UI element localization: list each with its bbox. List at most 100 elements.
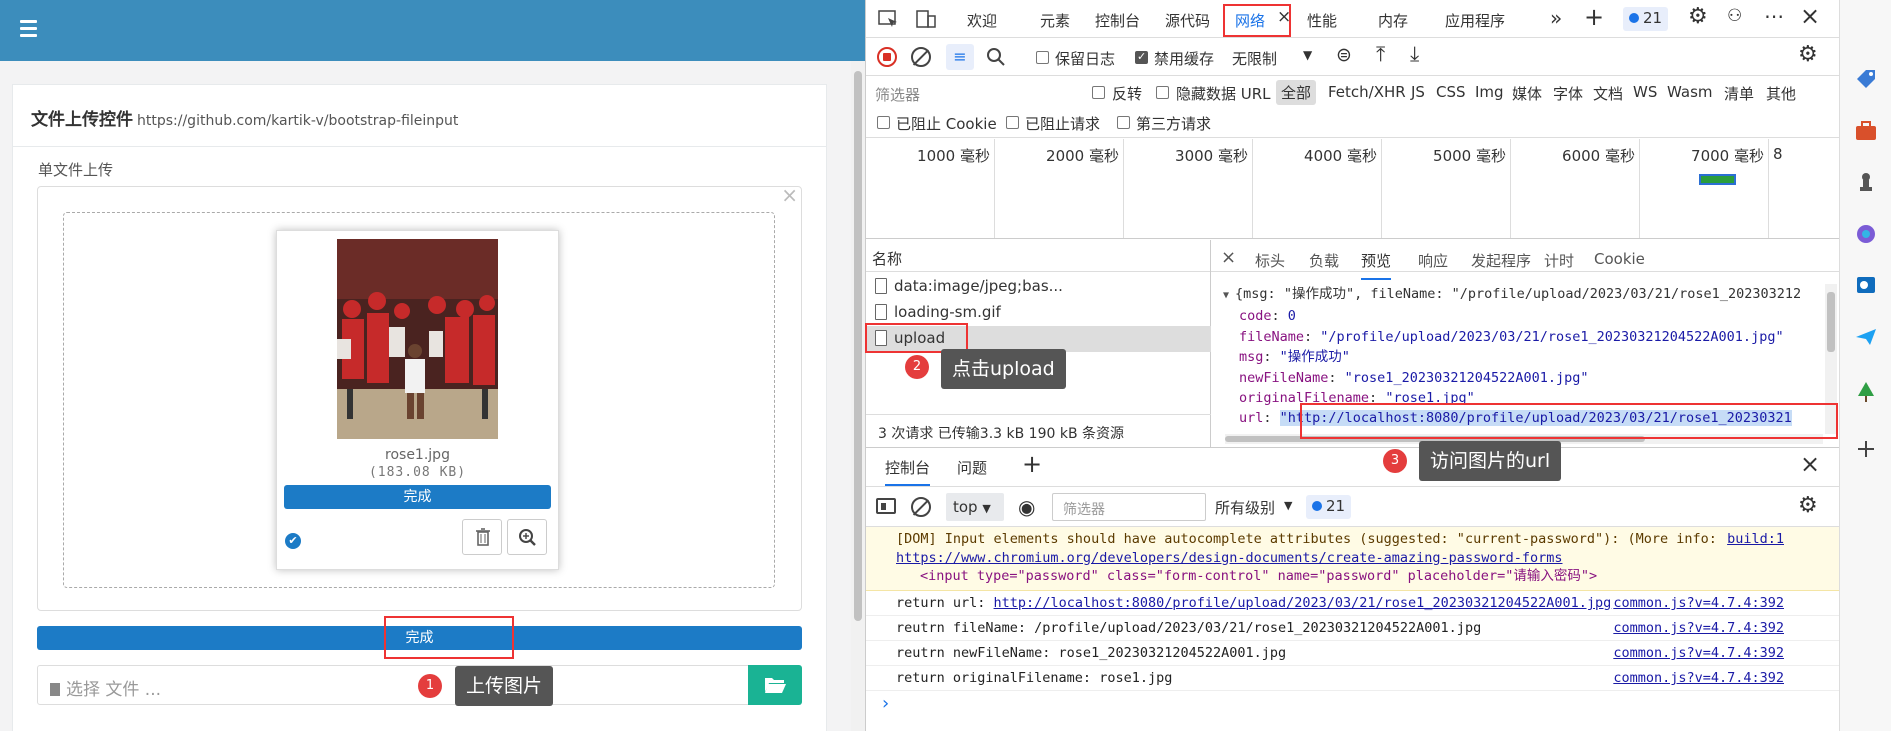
close-details-icon[interactable]: × bbox=[1221, 247, 1236, 268]
file-caption-input[interactable]: 选择 文件 ... bbox=[37, 665, 749, 705]
disable-cache-checkbox[interactable] bbox=[1135, 50, 1148, 64]
request-row[interactable]: data:image/jpeg;bas... bbox=[866, 274, 1211, 300]
network-conditions-icon[interactable]: ⊜ bbox=[1336, 44, 1352, 66]
tab-memory[interactable]: 内存 bbox=[1378, 10, 1408, 31]
log-levels-select[interactable]: 所有级别 bbox=[1215, 497, 1275, 518]
chess-icon[interactable] bbox=[1854, 170, 1878, 194]
tab-elements[interactable]: 元素 bbox=[1040, 10, 1070, 31]
filter-type-img[interactable]: Img bbox=[1475, 83, 1504, 101]
preserve-log-label: 保留日志 bbox=[1055, 50, 1116, 68]
log-source-link[interactable]: common.js?v=4.7.4:392 bbox=[1613, 620, 1784, 636]
settings-gear-icon[interactable]: ⚙ bbox=[1688, 4, 1708, 29]
sidebar-toggle-icon[interactable] bbox=[876, 498, 896, 514]
details-tab-initiator[interactable]: 发起程序 bbox=[1471, 250, 1531, 271]
upload-har-icon[interactable]: ⤒ bbox=[1376, 42, 1385, 67]
search-icon[interactable] bbox=[986, 47, 1006, 67]
drawer-tab-issues[interactable]: 问题 bbox=[957, 457, 987, 478]
tab-welcome[interactable]: 欢迎 bbox=[967, 10, 997, 31]
network-filter-input[interactable]: 筛选器 bbox=[875, 84, 920, 105]
tag-icon[interactable] bbox=[1854, 67, 1878, 91]
details-tab-cookie[interactable]: Cookie bbox=[1594, 250, 1645, 268]
briefcase-icon[interactable] bbox=[1854, 119, 1878, 143]
details-tab-preview[interactable]: 预览 bbox=[1361, 250, 1392, 280]
console-prompt[interactable]: › bbox=[880, 693, 891, 714]
filter-type-wasm[interactable]: Wasm bbox=[1667, 83, 1713, 101]
record-stop-icon[interactable] bbox=[877, 47, 897, 67]
single-upload-label: 单文件上传 bbox=[38, 161, 114, 179]
more-tabs-icon[interactable]: » bbox=[1550, 6, 1562, 30]
close-drawer-icon[interactable]: × bbox=[1800, 450, 1820, 478]
close-devtools-icon[interactable]: × bbox=[1800, 2, 1820, 30]
log-url-link[interactable]: http://localhost:8080/profile/upload/202… bbox=[994, 595, 1612, 611]
details-tab-payload[interactable]: 负载 bbox=[1309, 250, 1339, 271]
filter-type-manifest[interactable]: 清单 bbox=[1724, 83, 1754, 104]
warning-info-link[interactable]: https://www.chromium.org/developers/desi… bbox=[896, 550, 1562, 566]
blocked-requests-checkbox[interactable] bbox=[1006, 116, 1019, 129]
filter-type-ws[interactable]: WS bbox=[1633, 83, 1657, 101]
filter-type-js[interactable]: JS bbox=[1411, 83, 1425, 101]
drop-zone[interactable]: rose1.jpg (183.08 KB) 完成 ✔ bbox=[63, 212, 775, 588]
invert-checkbox[interactable] bbox=[1092, 86, 1105, 99]
chevron-down-icon[interactable]: ▼ bbox=[1284, 499, 1292, 512]
delete-file-button[interactable] bbox=[462, 519, 502, 555]
tab-sources[interactable]: 源代码 bbox=[1165, 10, 1210, 31]
tab-application[interactable]: 应用程序 bbox=[1445, 10, 1505, 31]
log-source-link[interactable]: common.js?v=4.7.4:392 bbox=[1613, 595, 1784, 611]
filter-type-other[interactable]: 其他 bbox=[1766, 83, 1796, 104]
console-filter-input[interactable]: 筛选器 bbox=[1052, 493, 1206, 521]
tab-performance[interactable]: 性能 bbox=[1307, 10, 1337, 31]
inspect-icon[interactable] bbox=[878, 9, 900, 29]
drawer-tab-console[interactable]: 控制台 bbox=[885, 457, 931, 486]
warning-source-link[interactable]: build:1 bbox=[1727, 530, 1784, 549]
details-tab-response[interactable]: 响应 bbox=[1418, 250, 1448, 271]
live-expression-eye-icon[interactable]: ◉ bbox=[1018, 495, 1035, 519]
blocked-cookie-checkbox[interactable] bbox=[877, 116, 890, 129]
send-icon[interactable] bbox=[1854, 325, 1878, 349]
filter-icon[interactable]: ≡ bbox=[946, 44, 974, 70]
add-drawer-tab-icon[interactable]: + bbox=[1022, 450, 1042, 478]
add-tab-icon[interactable]: + bbox=[1584, 3, 1604, 31]
log-source-link[interactable]: common.js?v=4.7.4:392 bbox=[1613, 670, 1784, 686]
customize-icon[interactable]: ⚇ bbox=[1727, 6, 1742, 26]
warning-text: [DOM] Input elements should have autocom… bbox=[896, 531, 1717, 547]
third-party-checkbox[interactable] bbox=[1117, 116, 1130, 129]
copilot-icon[interactable] bbox=[1854, 222, 1878, 246]
more-options-icon[interactable]: ⋯ bbox=[1764, 4, 1784, 28]
details-tab-headers[interactable]: 标头 bbox=[1255, 250, 1285, 271]
clear-icon[interactable] bbox=[911, 47, 931, 67]
network-settings-gear-icon[interactable]: ⚙ bbox=[1798, 42, 1818, 67]
console-settings-gear-icon[interactable]: ⚙ bbox=[1798, 493, 1818, 518]
details-tab-timing[interactable]: 计时 bbox=[1544, 250, 1574, 271]
preserve-log-checkbox[interactable] bbox=[1036, 51, 1049, 64]
trash-icon bbox=[476, 528, 490, 546]
json-summary[interactable]: ▼ {msg: "操作成功", fileName: "/profile/uplo… bbox=[1223, 284, 1801, 306]
zoom-file-button[interactable] bbox=[507, 519, 547, 555]
page-scrollbar[interactable] bbox=[851, 61, 865, 731]
request-list-header[interactable]: 名称 bbox=[866, 240, 1210, 272]
outlook-icon[interactable] bbox=[1854, 273, 1878, 297]
context-select[interactable]: top ▼ bbox=[946, 493, 1004, 521]
console-issues-badge[interactable]: 21 bbox=[1306, 495, 1352, 519]
tab-console[interactable]: 控制台 bbox=[1095, 10, 1140, 31]
blocked-cookie-label: 已阻止 Cookie bbox=[896, 115, 997, 133]
hide-data-url-checkbox[interactable] bbox=[1156, 86, 1169, 99]
menu-icon[interactable] bbox=[20, 20, 37, 37]
throttle-select[interactable]: 无限制 bbox=[1232, 48, 1277, 69]
clear-console-icon[interactable] bbox=[911, 497, 931, 517]
issues-badge[interactable]: 21 bbox=[1623, 7, 1669, 31]
filter-type-font[interactable]: 字体 bbox=[1553, 83, 1583, 104]
network-overview-timeline[interactable]: 1000 毫秒 2000 毫秒 3000 毫秒 4000 毫秒 5000 毫秒 … bbox=[866, 139, 1840, 239]
tree-icon[interactable] bbox=[1854, 380, 1878, 404]
close-icon[interactable]: × bbox=[781, 183, 798, 207]
log-source-link[interactable]: common.js?v=4.7.4:392 bbox=[1613, 645, 1784, 661]
download-har-icon[interactable]: ⤓ bbox=[1410, 42, 1419, 67]
filter-type-all[interactable]: 全部 bbox=[1276, 80, 1317, 105]
filter-type-media[interactable]: 媒体 bbox=[1512, 83, 1542, 104]
browse-button[interactable] bbox=[748, 665, 802, 705]
chevron-down-icon[interactable]: ▼ bbox=[1303, 48, 1312, 62]
add-icon[interactable] bbox=[1854, 437, 1878, 461]
device-toolbar-icon[interactable] bbox=[915, 9, 937, 29]
filter-type-doc[interactable]: 文档 bbox=[1593, 83, 1623, 104]
filter-type-fetch[interactable]: Fetch/XHR bbox=[1328, 83, 1406, 101]
filter-type-css[interactable]: CSS bbox=[1436, 83, 1466, 101]
